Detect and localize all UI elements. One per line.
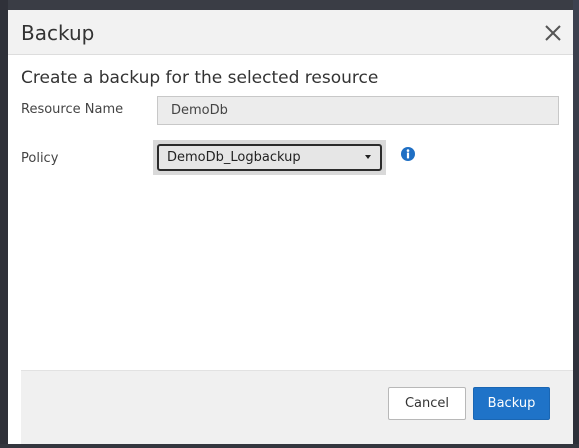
cancel-button[interactable]: Cancel	[388, 387, 466, 420]
dialog-subtitle: Create a backup for the selected resourc…	[21, 68, 379, 88]
dialog-header: Backup	[8, 10, 573, 55]
backdrop-bottom	[0, 444, 579, 448]
backdrop-right	[573, 0, 579, 448]
backup-dialog: Backup Create a backup for the selected …	[8, 10, 573, 444]
close-button[interactable]	[543, 23, 563, 43]
policy-label: Policy	[21, 151, 59, 166]
resource-name-label: Resource Name	[21, 102, 124, 117]
dialog-footer: Cancel Backup	[21, 370, 573, 444]
policy-select-focus-ring: DemoDb_Logbackup	[153, 140, 386, 175]
resource-name-field[interactable]	[157, 96, 559, 125]
policy-select-value: DemoDb_Logbackup	[167, 150, 301, 165]
close-icon	[543, 23, 563, 43]
policy-select[interactable]: DemoDb_Logbackup	[157, 144, 382, 171]
backup-button[interactable]: Backup	[473, 387, 550, 420]
caret-down-icon	[365, 155, 371, 159]
dialog-title: Backup	[21, 21, 95, 45]
info-icon[interactable]	[401, 147, 415, 161]
backdrop-left	[0, 0, 8, 448]
